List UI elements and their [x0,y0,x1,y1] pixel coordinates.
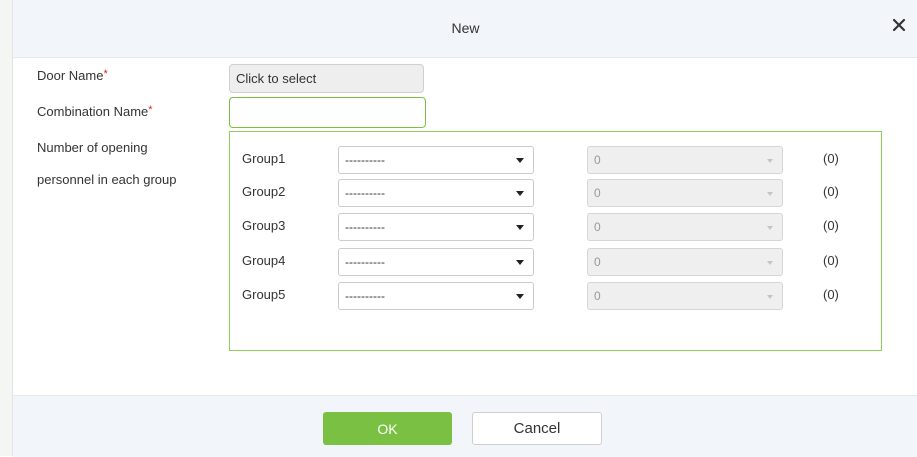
group-label: Group3 [242,218,286,233]
group-select[interactable]: ---------- [338,213,534,241]
personnel-count-select: 0 [587,248,783,276]
caret-down-icon [516,260,524,265]
group-total: (0) [823,253,839,268]
group-select-value: ---------- [345,186,385,200]
door-name-label: Door Name* [37,68,108,83]
caret-down-icon [767,192,773,196]
caret-down-icon [516,225,524,230]
caret-down-icon [516,294,524,299]
group-total: (0) [823,287,839,302]
caret-down-icon [767,226,773,230]
combination-name-label: Combination Name* [37,104,153,119]
group-select[interactable]: ---------- [338,179,534,207]
group-total: (0) [823,218,839,233]
dialog-footer: OK Cancel [13,395,917,457]
personnel-count-select: 0 [587,146,783,174]
cancel-button[interactable]: Cancel [472,412,602,445]
personnel-count-value: 0 [594,255,601,269]
group-total: (0) [823,184,839,199]
group-select-value: ---------- [345,255,385,269]
group-select-value: ---------- [345,153,385,167]
background-strip [0,0,12,456]
ok-button[interactable]: OK [323,412,452,445]
personnel-count-value: 0 [594,153,601,167]
caret-down-icon [516,191,524,196]
door-name-label-text: Door Name [37,68,104,83]
group-panel: Group1 ---------- 0 (0) Group2 ---------… [229,131,882,351]
required-mark: * [148,104,153,116]
caret-down-icon [767,261,773,265]
combination-name-input[interactable] [229,97,426,128]
group-label: Group5 [242,287,286,302]
new-dialog: New Door Name* Click to select Combinati… [12,0,917,457]
group-total: (0) [823,151,839,166]
group-select[interactable]: ---------- [338,146,534,174]
group-label: Group2 [242,184,286,199]
caret-down-icon [767,159,773,163]
caret-down-icon [516,158,524,163]
combination-name-label-text: Combination Name [37,104,149,119]
close-icon[interactable] [890,16,908,34]
opening-personnel-label-line2: personnel in each group [37,172,177,187]
personnel-count-value: 0 [594,186,601,200]
group-label: Group4 [242,253,286,268]
personnel-count-select: 0 [587,213,783,241]
caret-down-icon [767,295,773,299]
group-select-value: ---------- [345,220,385,234]
group-select-value: ---------- [345,289,385,303]
personnel-count-value: 0 [594,220,601,234]
personnel-count-select: 0 [587,282,783,310]
group-select[interactable]: ---------- [338,248,534,276]
personnel-count-select: 0 [587,179,783,207]
personnel-count-value: 0 [594,289,601,303]
dialog-header: New [13,0,917,58]
required-mark: * [103,68,108,80]
group-label: Group1 [242,151,286,166]
door-name-select[interactable]: Click to select [229,64,424,93]
dialog-title: New [451,20,480,36]
opening-personnel-label-line1: Number of opening [37,140,148,155]
group-select[interactable]: ---------- [338,282,534,310]
